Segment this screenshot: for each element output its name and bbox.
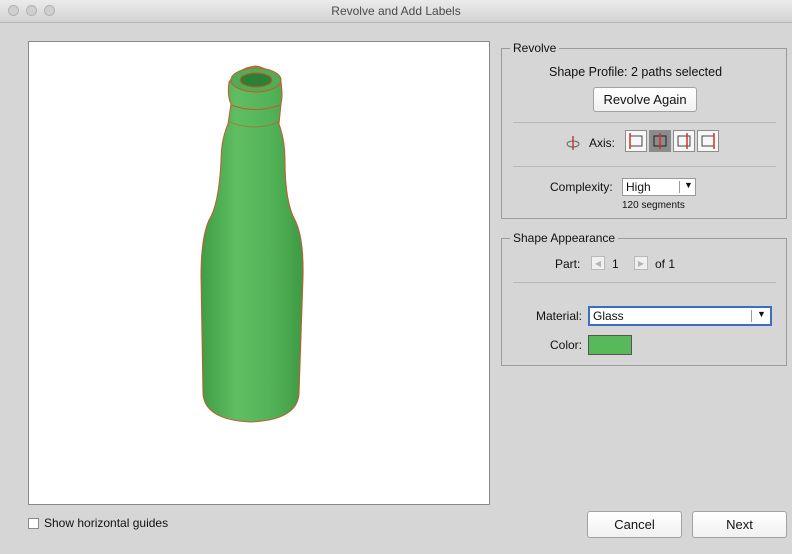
chevron-down-icon: ▼ (684, 180, 693, 190)
3d-preview-canvas[interactable] (28, 41, 490, 505)
rotate-axis-icon (566, 136, 580, 150)
color-swatch[interactable] (588, 335, 632, 355)
material-value: Glass (593, 309, 624, 323)
divider (513, 282, 776, 283)
part-total: of 1 (655, 257, 676, 271)
shape-appearance-group-label: Shape Appearance (510, 231, 619, 245)
title-bar: Revolve and Add Labels (0, 0, 792, 23)
part-label: Part: (555, 257, 581, 271)
select-divider (751, 310, 752, 322)
material-select[interactable]: Glass ▼ (588, 306, 772, 326)
axis-right-edge-button[interactable] (697, 130, 719, 152)
select-divider (679, 181, 680, 193)
arrow-left-icon: ◀ (594, 258, 602, 268)
axis-label: Axis: (589, 136, 616, 150)
axis-center-button[interactable] (649, 130, 671, 152)
complexity-label: Complexity: (550, 180, 613, 194)
show-guides-checkbox[interactable] (28, 517, 39, 529)
cancel-button[interactable]: Cancel (587, 511, 682, 538)
axis-center-icon (653, 133, 667, 149)
axis-right-of-center-icon (677, 133, 691, 149)
bottle-3d-model[interactable] (29, 42, 489, 504)
axis-right-edge-icon (701, 133, 715, 149)
axis-left-edge-button[interactable] (625, 130, 647, 152)
show-guides-label: Show horizontal guides (44, 516, 169, 530)
material-label: Material: (536, 309, 583, 323)
axis-left-edge-icon (629, 133, 643, 149)
next-button[interactable]: Next (692, 511, 787, 538)
window-title: Revolve and Add Labels (331, 4, 461, 18)
show-guides-option[interactable]: Show horizontal guides (28, 516, 168, 530)
revolve-dialog: Revolve and Add Labels Show horizontal g… (0, 0, 792, 554)
divider (513, 166, 776, 167)
axis-right-of-center-button[interactable] (673, 130, 695, 152)
revolve-group-label: Revolve (510, 41, 560, 55)
color-label: Color: (550, 338, 583, 352)
complexity-select[interactable]: High ▼ (622, 178, 696, 196)
revolve-again-button[interactable]: Revolve Again (593, 87, 697, 112)
complexity-value: High (626, 180, 651, 194)
previous-part-button[interactable]: ◀ (591, 256, 605, 270)
chevron-down-icon: ▼ (757, 309, 766, 319)
shape-profile-text: Shape Profile: 2 paths selected (549, 65, 723, 79)
part-current: 1 (612, 257, 619, 271)
segments-text: 120 segments (622, 200, 685, 211)
divider (513, 122, 776, 123)
next-part-button[interactable]: ▶ (634, 256, 648, 270)
arrow-right-icon: ▶ (637, 258, 645, 268)
